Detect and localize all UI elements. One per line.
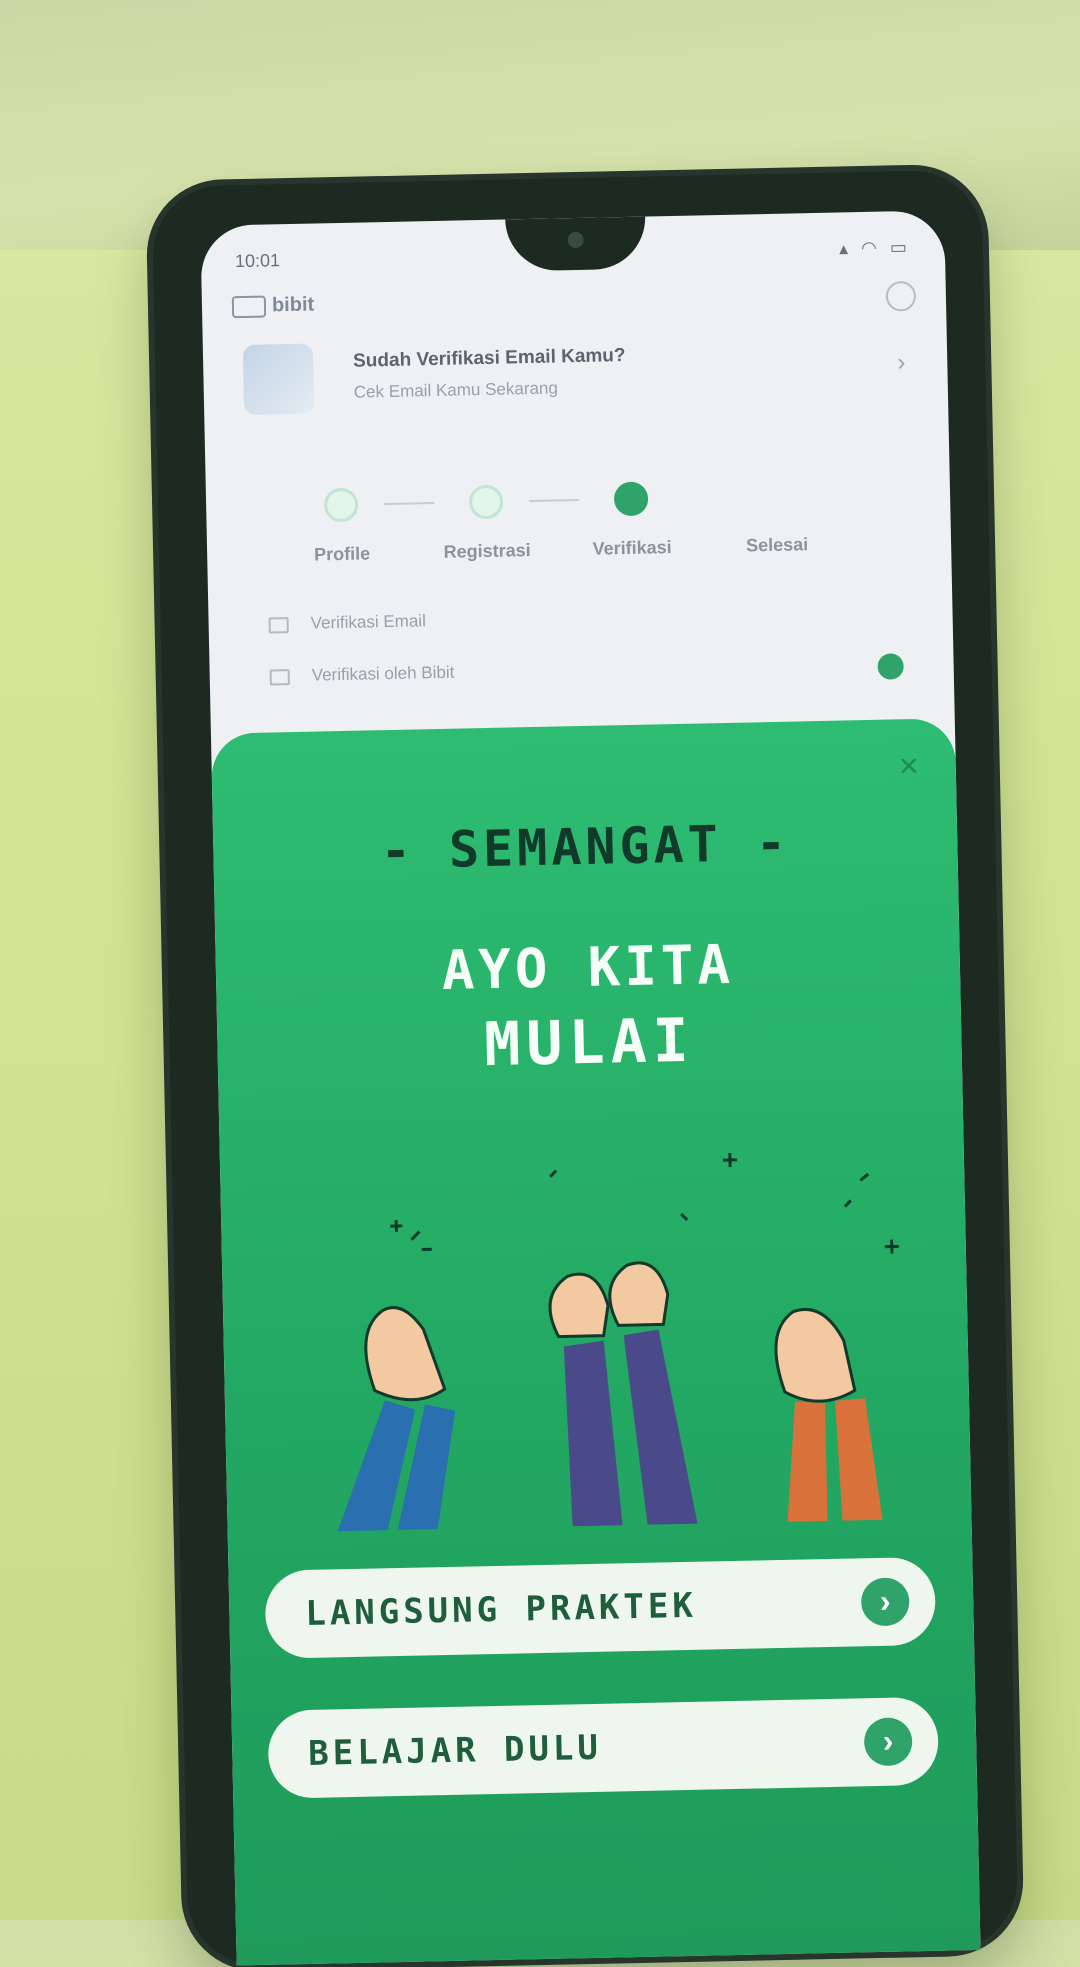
sheet-line-1: AYO KITA (441, 932, 735, 1002)
step-label: Registrasi (443, 540, 531, 562)
email-verify-banner[interactable]: Sudah Verifikasi Email Kamu? Cek Email K… (242, 331, 919, 435)
app-header: bibit (231, 280, 917, 335)
step-dot (468, 484, 504, 520)
cta-label: BELAJAR DULU (307, 1727, 603, 1774)
langsung-praktek-button[interactable]: LANGSUNG PRAKTEK › (264, 1556, 937, 1659)
step-label: Verifikasi (592, 537, 672, 559)
status-time: 10:01 (234, 250, 281, 272)
clapping-hands-illustration (337, 1152, 899, 1532)
chevron-right-icon: › (897, 349, 906, 377)
status-icons: ▴ ◠ ▭ (838, 236, 912, 259)
step-verifikasi: Verifikasi (566, 481, 698, 561)
verification-label: Verifikasi Email (310, 611, 427, 633)
app-logo: bibit (231, 293, 315, 319)
close-icon[interactable]: ✕ (898, 751, 920, 782)
step-label: Selesai (745, 534, 809, 556)
motivation-bottom-sheet: ✕ - SEMANGAT - AYO KITA MULAI LANGSUNG P… (210, 718, 981, 1966)
cta-label: LANGSUNG PRAKTEK (304, 1585, 698, 1634)
progress-stepper: Profile Registrasi Verifikasi Selesai (276, 477, 878, 580)
step-registrasi: Registrasi (421, 484, 553, 564)
logo-icon (231, 295, 267, 318)
sheet-headline: - SEMANGAT - (380, 813, 791, 881)
check-icon (877, 653, 904, 680)
belajar-dulu-button[interactable]: BELAJAR DULU › (267, 1696, 940, 1799)
banner-title: Sudah Verifikasi Email Kamu? (352, 344, 626, 372)
verification-label: Verifikasi oleh Bibit (311, 662, 455, 685)
step-dot (323, 487, 359, 523)
step-selesai: Selesai (711, 478, 843, 558)
sheet-line-2: MULAI (483, 1005, 696, 1081)
step-profile: Profile (276, 487, 408, 567)
status-bar: 10:01 ▴ ◠ ▭ (235, 237, 911, 281)
logo-text: bibit (271, 293, 315, 317)
help-icon[interactable] (885, 280, 917, 312)
banner-subtitle: Cek Email Kamu Sekarang (353, 378, 559, 402)
step-dot-active (613, 481, 649, 517)
chevron-right-icon: › (863, 1717, 913, 1767)
envelope-illustration (242, 343, 315, 415)
mail-icon (268, 616, 289, 634)
phone-device: 10:01 ▴ ◠ ▭ bibit Sudah Verifikasi Email… (151, 169, 1019, 1967)
verification-list: Verifikasi Email Verifikasi oleh Bibit (268, 601, 914, 718)
phone-screen: 10:01 ▴ ◠ ▭ bibit Sudah Verifikasi Email… (200, 210, 981, 1966)
shield-icon (269, 668, 290, 686)
chevron-right-icon: › (860, 1577, 910, 1627)
step-label: Profile (313, 543, 371, 565)
